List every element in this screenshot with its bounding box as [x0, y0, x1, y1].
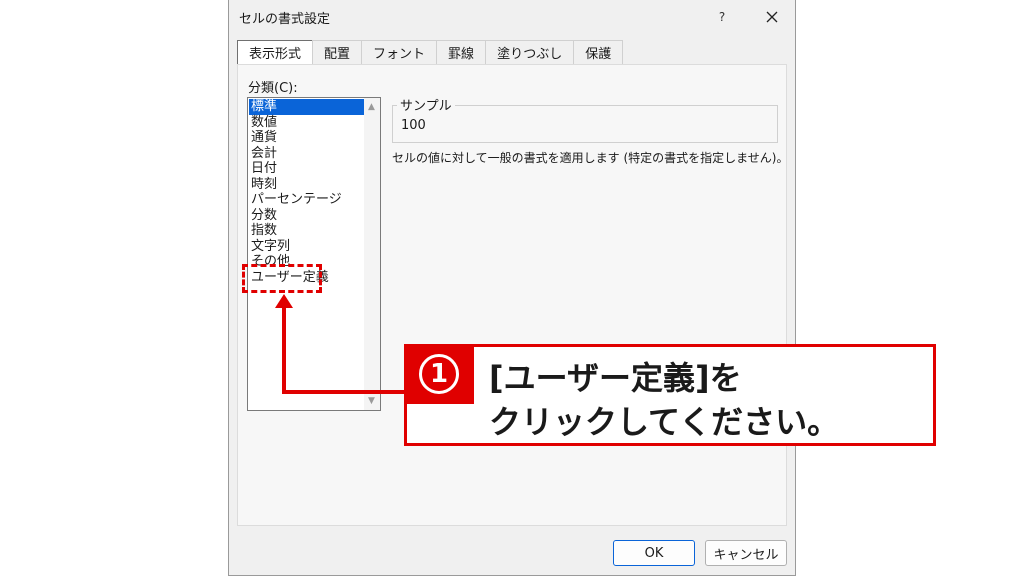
cancel-button[interactable]: キャンセル [705, 540, 787, 566]
sample-group: サンプル 100 [392, 95, 778, 143]
tab-fill[interactable]: 塗りつぶし [485, 40, 575, 64]
tab-alignment[interactable]: 配置 [312, 40, 363, 64]
step-badge: 1 [404, 344, 474, 404]
tab-number-format[interactable]: 表示形式 [237, 40, 314, 64]
instruction-callout: 1 [ユーザー定義]を クリックしてください。 [404, 344, 936, 446]
dialog-title: セルの書式設定 [239, 12, 331, 27]
category-item-accounting[interactable]: 会計 [249, 146, 365, 162]
ok-button[interactable]: OK [613, 540, 695, 566]
category-item-fraction[interactable]: 分数 [249, 208, 365, 224]
category-item-currency[interactable]: 通貨 [249, 130, 365, 146]
number-format-panel: 分類(C): 標準 数値 通貨 会計 日付 時刻 パーセンテージ 分数 指数 文… [237, 64, 789, 526]
category-list[interactable]: 標準 数値 通貨 会計 日付 時刻 パーセンテージ 分数 指数 文字列 その他 … [247, 97, 381, 411]
category-label: 分類(C): [248, 81, 298, 96]
step-number-icon: 1 [419, 354, 459, 394]
instruction-line-2: クリックしてください。 [489, 403, 840, 441]
title-bar: セルの書式設定 ? [229, 0, 795, 34]
category-item-text[interactable]: 文字列 [249, 239, 365, 255]
sample-label: サンプル [397, 95, 455, 114]
tab-strip: 表示形式 配置 フォント 罫線 塗りつぶし 保護 [237, 40, 624, 64]
scroll-down-icon[interactable]: ▼ [368, 396, 375, 406]
category-item-date[interactable]: 日付 [249, 161, 365, 177]
tab-protection[interactable]: 保護 [573, 40, 624, 64]
tab-border[interactable]: 罫線 [436, 40, 487, 64]
category-list-scrollbar[interactable]: ▲ ▼ [364, 98, 380, 410]
close-icon [766, 11, 778, 23]
sample-value: 100 [401, 118, 426, 133]
instruction-line-1: [ユーザー定義]を [489, 359, 742, 397]
help-button[interactable]: ? [707, 4, 737, 30]
scroll-up-icon[interactable]: ▲ [368, 102, 375, 112]
category-item-general[interactable]: 標準 [249, 99, 365, 115]
close-button[interactable] [755, 4, 789, 30]
help-icon: ? [718, 10, 726, 24]
category-item-percentage[interactable]: パーセンテージ [249, 192, 365, 208]
custom-category-highlight [242, 264, 322, 293]
tab-font[interactable]: フォント [361, 40, 438, 64]
format-description: セルの値に対して一般の書式を適用します (特定の書式を指定しません)。 [392, 151, 789, 165]
category-item-number[interactable]: 数値 [249, 115, 365, 131]
category-item-time[interactable]: 時刻 [249, 177, 365, 193]
category-item-scientific[interactable]: 指数 [249, 223, 365, 239]
